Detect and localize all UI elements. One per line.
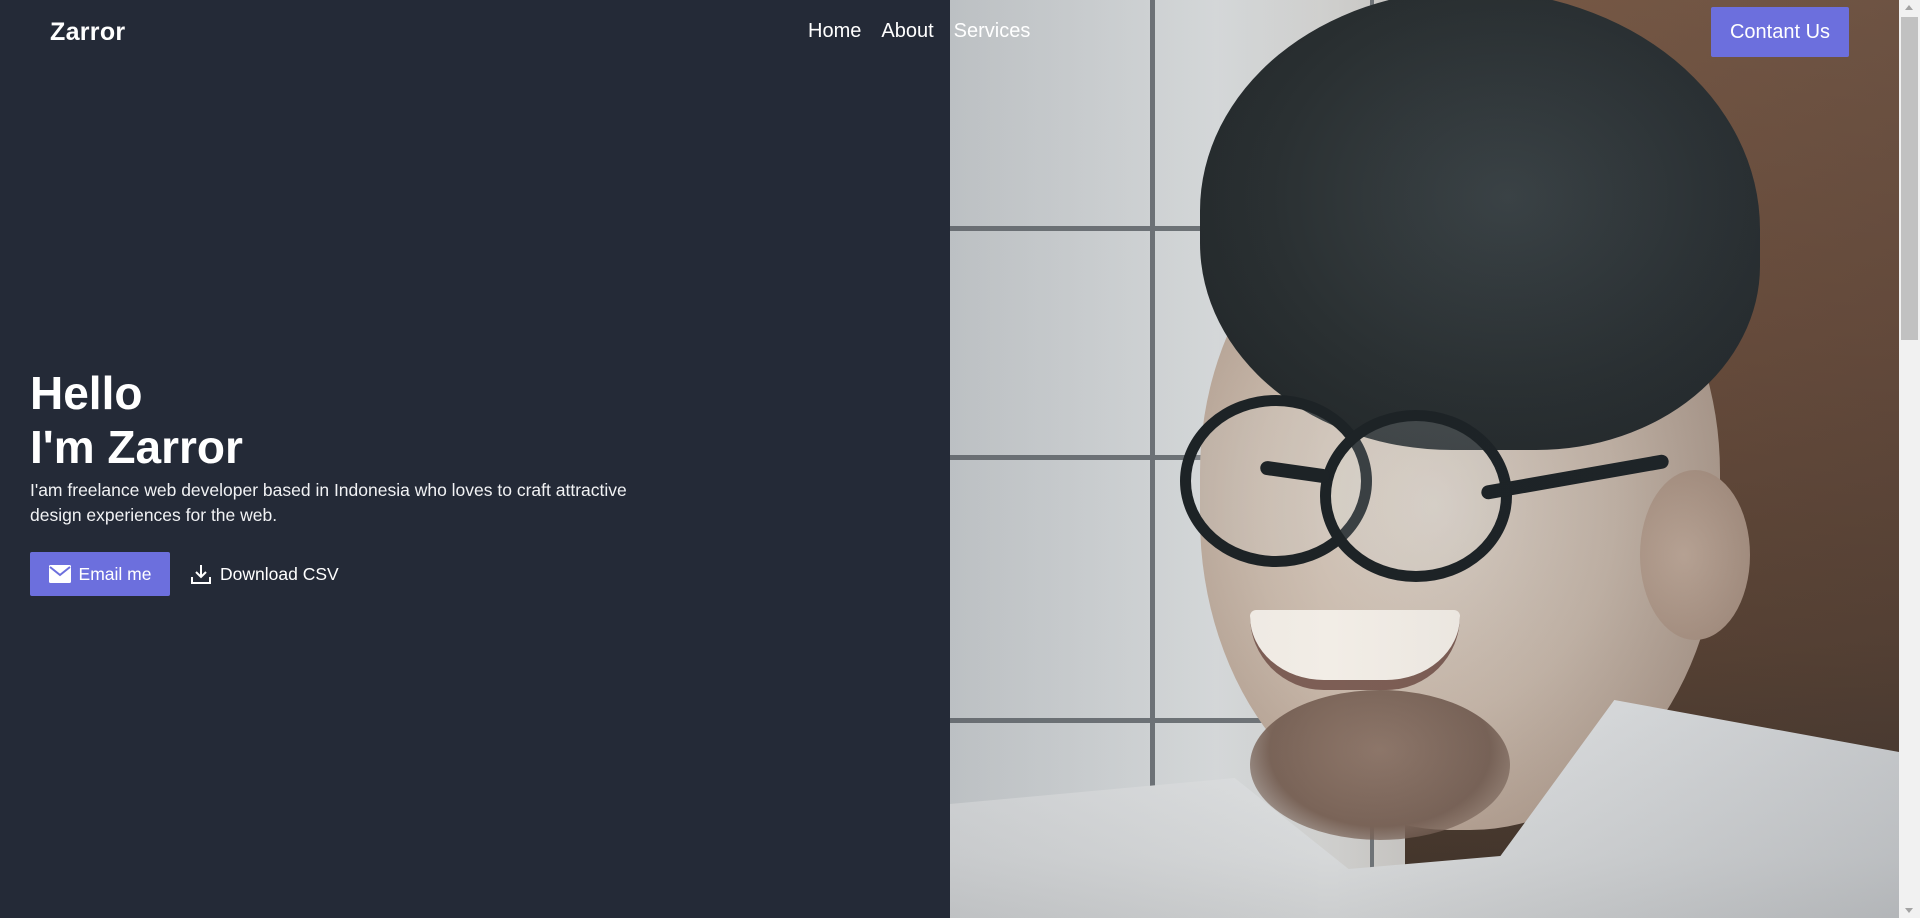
scrollbar[interactable]	[1899, 0, 1920, 918]
nav-home[interactable]: Home	[808, 20, 861, 43]
main-nav: Home About Services	[808, 20, 1030, 43]
scrollbar-thumb[interactable]	[1901, 17, 1918, 340]
hero-actions: Email me Download CSV	[30, 552, 339, 596]
contact-us-button[interactable]: Contant Us	[1711, 7, 1849, 57]
nav-services[interactable]: Services	[954, 20, 1031, 43]
page: Zarror Home About Services Contant Us He…	[0, 0, 1920, 918]
nav-about[interactable]: About	[881, 20, 933, 43]
scroll-down-icon[interactable]	[1905, 908, 1913, 913]
scroll-up-icon[interactable]	[1905, 5, 1913, 10]
photo-overlay	[950, 0, 1899, 918]
hero-title-line1: Hello	[30, 367, 143, 419]
hero-title: Hello I'm Zarror	[30, 366, 243, 474]
hero-title-line2: I'm Zarror	[30, 421, 243, 473]
logo[interactable]: Zarror	[50, 18, 125, 47]
mail-icon	[48, 565, 71, 583]
download-csv-button[interactable]: Download CSV	[190, 552, 339, 596]
hero-description: I'am freelance web developer based in In…	[30, 480, 627, 525]
download-icon	[190, 563, 212, 585]
email-me-label: Email me	[78, 563, 152, 584]
email-me-button[interactable]: Email me	[30, 552, 170, 596]
download-csv-label: Download CSV	[220, 563, 339, 584]
hero-photo	[950, 0, 1899, 918]
